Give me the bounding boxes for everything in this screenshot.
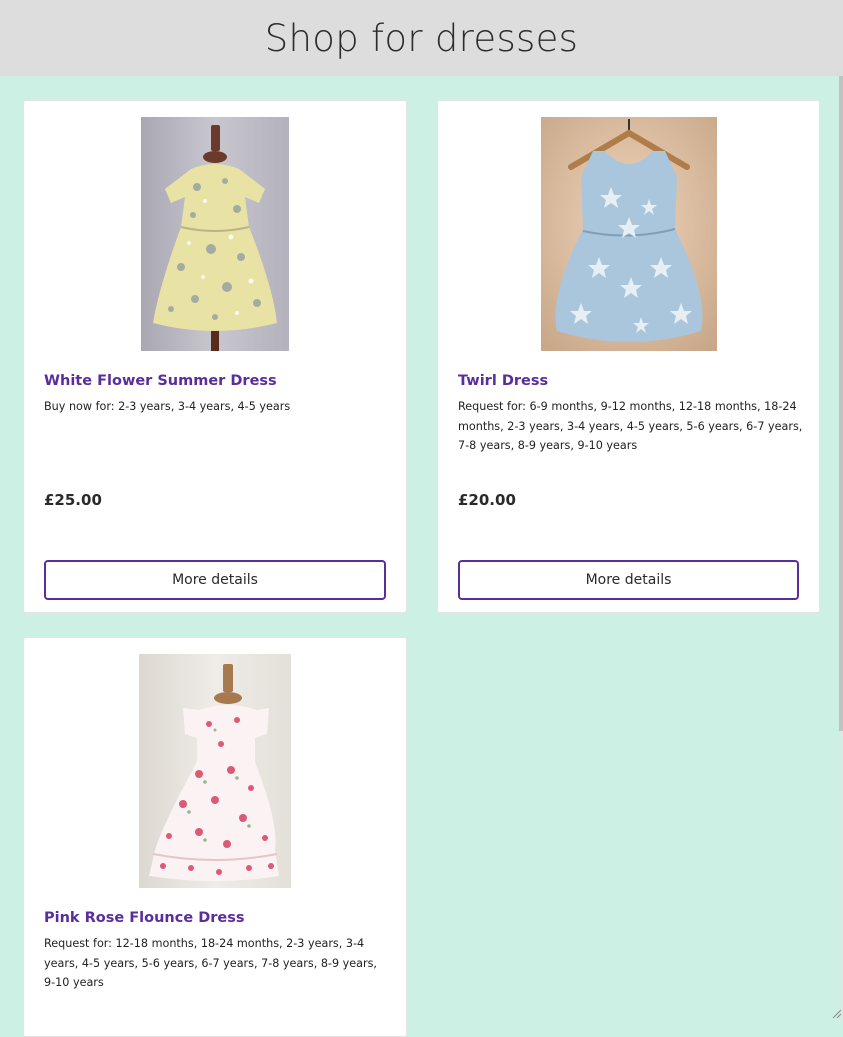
product-name[interactable]: Pink Rose Flounce Dress <box>44 910 245 926</box>
product-image[interactable] <box>139 654 291 888</box>
product-name[interactable]: White Flower Summer Dress <box>44 373 277 389</box>
product-sizes: Buy now for: 2-3 years, 3-4 years, 4-5 y… <box>44 400 291 413</box>
product-price: £25.00 <box>44 491 102 509</box>
product-name[interactable]: Twirl Dress <box>458 373 548 389</box>
product-image[interactable] <box>541 117 717 351</box>
more-details-button[interactable]: More details <box>44 560 386 600</box>
more-details-button[interactable]: More details <box>458 560 799 600</box>
product-card: White Flower Summer Dress Buy now for: 2… <box>23 100 407 613</box>
scrollbar-thumb[interactable] <box>839 76 843 731</box>
resize-grip-icon[interactable] <box>830 1007 842 1019</box>
product-card: Twirl Dress Request for: 6-9 months, 9-1… <box>437 100 820 613</box>
product-price: £20.00 <box>458 491 516 509</box>
page-header: Shop for dresses <box>0 0 843 76</box>
product-sizes: Request for: 12-18 months, 18-24 months,… <box>44 937 377 990</box>
page-title: Shop for dresses <box>264 16 579 60</box>
product-image[interactable] <box>141 117 289 351</box>
product-card: Pink Rose Flounce Dress Request for: 12-… <box>23 637 407 1037</box>
product-sizes: Request for: 6-9 months, 9-12 months, 12… <box>458 400 803 453</box>
